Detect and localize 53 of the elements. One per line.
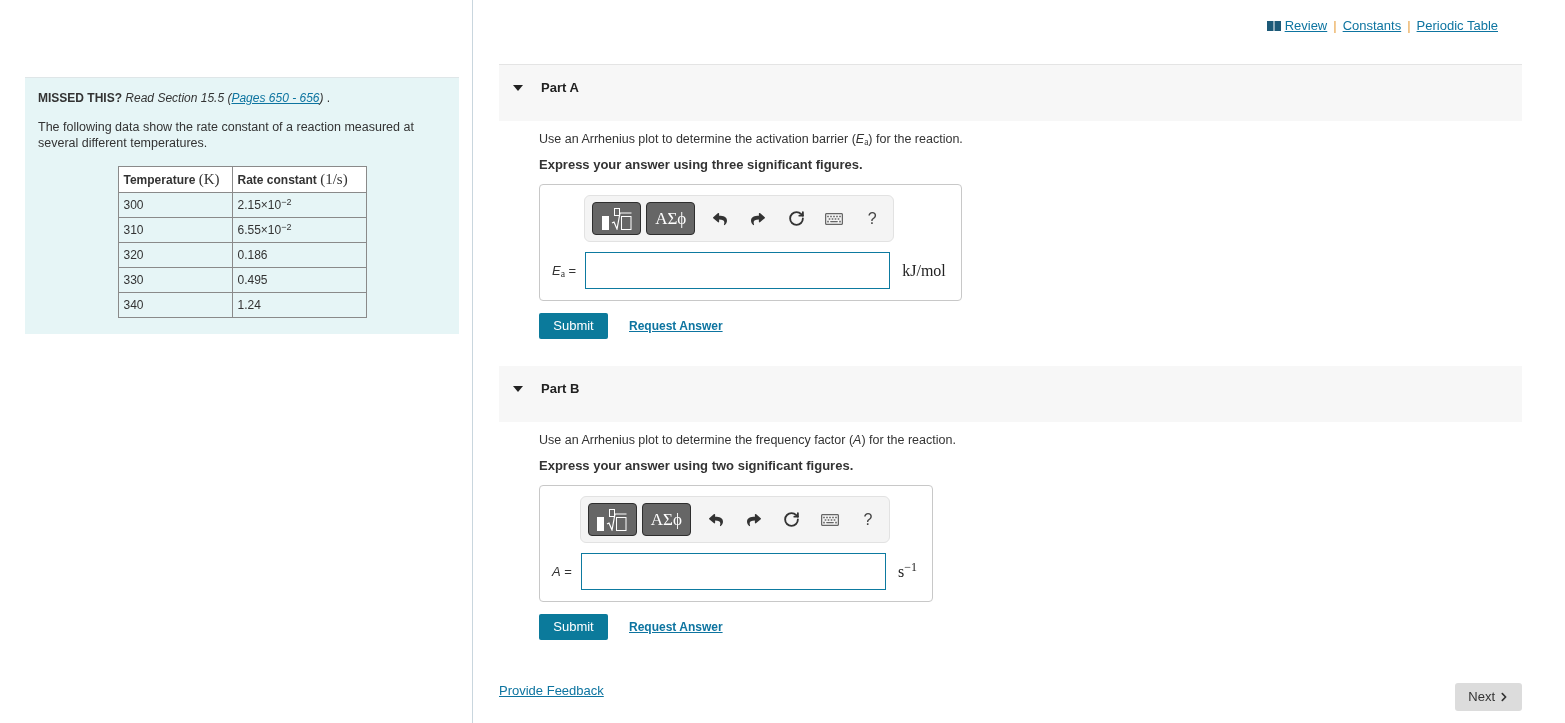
- table-cell: 320: [118, 242, 232, 268]
- question-text: Use an Arrhenius plot to determine the activation barrier (E$_{a}$) for the reaction.: [539, 131, 963, 147]
- templates-button[interactable]: [587, 503, 637, 536]
- part-toggle[interactable]: Part A: [513, 80, 579, 96]
- feedback-link[interactable]: Provide Feedback: [499, 683, 604, 699]
- header-link[interactable]: Constants: [1342, 18, 1402, 34]
- redo-icon: [751, 211, 766, 226]
- column-header: Rate constant (1/s): [232, 166, 366, 193]
- header-link[interactable]: Periodic Table: [1416, 18, 1498, 34]
- table-cell: 310: [118, 217, 232, 243]
- submit-button[interactable]: Submit: [539, 614, 608, 640]
- templates-button[interactable]: [592, 202, 642, 235]
- request-answer-link[interactable]: Request Answer: [629, 618, 723, 636]
- table-cell: 0.495: [232, 267, 366, 293]
- table-cell: 0.186: [232, 242, 366, 268]
- help-button[interactable]: ?: [853, 202, 892, 235]
- table-cell: 330: [118, 267, 232, 293]
- next-button[interactable]: Next: [1455, 683, 1522, 711]
- link-separator: |: [1407, 18, 1411, 34]
- unit-label: s$^{−1}$: [897, 559, 917, 582]
- variable-label: E$_{a}$ =: [552, 261, 577, 281]
- undo-icon: [708, 512, 723, 527]
- reset-icon: [787, 210, 805, 227]
- submit-button[interactable]: Submit: [539, 313, 608, 339]
- undo-icon: [713, 211, 728, 226]
- request-answer-link[interactable]: Request Answer: [629, 317, 723, 335]
- header-link[interactable]: Review: [1266, 18, 1328, 34]
- column-header: Temperature (K): [118, 166, 232, 193]
- symbols-button[interactable]: ΑΣϕ: [641, 503, 691, 536]
- reset-icon: [783, 511, 801, 528]
- symbols-button[interactable]: ΑΣϕ: [646, 202, 696, 235]
- question-text: Use an Arrhenius plot to determine the frequency factor (A) for the reaction.: [539, 432, 956, 448]
- answer-field[interactable]: [580, 553, 886, 590]
- redo-icon: [746, 512, 761, 527]
- help-button[interactable]: ?: [848, 503, 887, 536]
- radical-template-icon: [601, 207, 632, 230]
- radical-template-icon: [597, 508, 628, 531]
- variable-label: A =: [552, 562, 572, 581]
- data-description: The following data show the rate constant of a reaction measured at several different temperatures.: [38, 119, 415, 151]
- unit-label: kJ/mol: [902, 260, 946, 281]
- table-cell: 340: [118, 292, 232, 318]
- instruction-text: Express your answer using three significant figures.: [539, 157, 863, 173]
- table-cell: 1.24: [232, 292, 366, 318]
- part-toggle[interactable]: Part B: [513, 381, 580, 397]
- table-cell: 2.15×10$^{−2}$: [232, 192, 366, 218]
- link-separator: |: [1333, 18, 1337, 34]
- missed-this-note: MISSED THIS? Read Section 15.5 (Pages 650 - 656) .: [38, 90, 332, 106]
- answer-field[interactable]: [585, 252, 891, 289]
- chevron-right-icon: [1499, 692, 1509, 702]
- instruction-text: Express your answer using two significant figures.: [539, 458, 854, 474]
- table-cell: 6.55×10$^{−2}$: [232, 217, 366, 243]
- book-icon: [1266, 21, 1281, 31]
- table-cell: 300: [118, 192, 232, 218]
